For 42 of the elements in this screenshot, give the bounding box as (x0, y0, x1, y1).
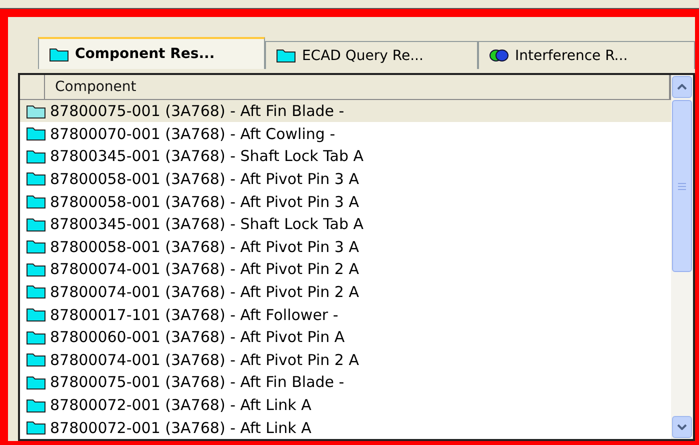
list-row[interactable]: 87800075-001 (3A768) - Aft Fin Blade - (20, 371, 671, 394)
list-row[interactable]: 87800060-001 (3A768) - Aft Pivot Pin A (20, 326, 671, 349)
list-row[interactable]: 87800017-101 (3A768) - Aft Follower - (20, 303, 671, 326)
tab[interactable]: Component Res... (38, 37, 265, 69)
tab[interactable]: Interference R... (478, 41, 695, 69)
list-row[interactable]: 87800074-001 (3A768) - Aft Pivot Pin 2 A (20, 348, 671, 372)
chevron-up-icon (677, 84, 687, 90)
scroll-thumb[interactable] (672, 100, 692, 272)
list-row[interactable]: 87800345-001 (3A768) - Shaft Lock Tab A (20, 145, 671, 168)
folder-icon (26, 104, 46, 119)
list-row[interactable]: 87800345-001 (3A768) - Shaft Lock Tab A (20, 212, 671, 236)
list-row[interactable]: 87800072-001 (3A768) - Aft Link A (20, 416, 671, 439)
chevron-down-icon (677, 424, 687, 430)
folder-icon (26, 171, 46, 186)
folder-icon (26, 374, 46, 390)
list-row[interactable]: 87800058-001 (3A768) - Aft Pivot Pin 3 A (20, 168, 671, 190)
folder-icon (26, 262, 46, 277)
tab[interactable]: ECAD Query Re... (264, 41, 478, 69)
folder-icon (26, 148, 46, 164)
scroll-down-button[interactable] (672, 416, 692, 438)
list-row[interactable]: 87800058-001 (3A768) - Aft Pivot Pin 3 A (20, 235, 671, 258)
grip-icon (678, 182, 686, 190)
list-row[interactable]: 87800070-001 (3A768) - Aft Cowling - (20, 122, 671, 146)
folder-icon (49, 46, 69, 62)
folder-icon (26, 126, 46, 142)
folder-icon (26, 216, 46, 232)
list-row[interactable]: 87800075-001 (3A768) - Aft Fin Blade - (20, 100, 671, 122)
folder-icon (26, 330, 46, 345)
folder-icon (276, 48, 296, 63)
interference-icon (488, 49, 509, 62)
list-row[interactable]: 87800074-001 (3A768) - Aft Pivot Pin 2 A (20, 258, 671, 281)
list-row[interactable]: 87800072-001 (3A768) - Aft Link A (20, 394, 671, 416)
list-row[interactable]: 87800058-001 (3A768) - Aft Pivot Pin 3 A (20, 190, 671, 213)
folder-icon (26, 352, 46, 368)
folder-icon (26, 420, 46, 436)
folder-icon (26, 284, 46, 300)
folder-icon (26, 239, 46, 254)
list-row[interactable]: 87800074-001 (3A768) - Aft Pivot Pin 2 A (20, 280, 671, 304)
folder-icon (26, 194, 46, 210)
folder-icon (26, 398, 46, 413)
scroll-up-button[interactable] (672, 76, 692, 98)
folder-icon (26, 307, 46, 322)
